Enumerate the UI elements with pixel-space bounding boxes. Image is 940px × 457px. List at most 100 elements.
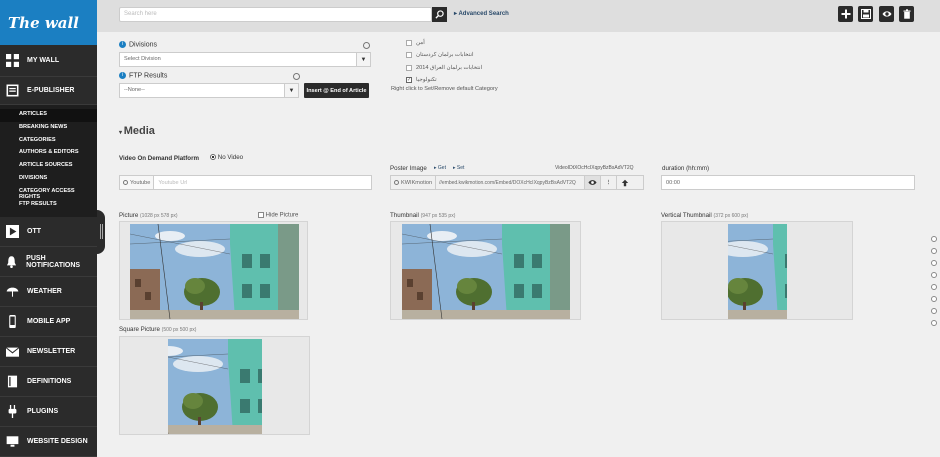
chevron-down-icon: ▼ bbox=[356, 53, 370, 66]
submenu-item-category-access-rights[interactable]: CATEGORY ACCESS RIGHTS bbox=[0, 186, 97, 200]
kwikmotion-radio[interactable]: KWIKmotion bbox=[391, 176, 437, 189]
submenu-item-breaking-news[interactable]: BREAKING NEWS bbox=[0, 122, 97, 135]
save-icon bbox=[860, 9, 871, 19]
eye-icon bbox=[588, 180, 597, 185]
section-nav-dot[interactable] bbox=[931, 284, 937, 290]
info-icon: i bbox=[119, 41, 126, 48]
category-checkbox[interactable]: انتخابات برلمان كردستان bbox=[406, 52, 474, 58]
plus-icon bbox=[841, 9, 850, 19]
search-button[interactable] bbox=[432, 7, 447, 22]
vertical-thumbnail-upload-box[interactable] bbox=[661, 221, 853, 320]
refresh-divisions-icon[interactable] bbox=[363, 42, 370, 49]
poster-set-link[interactable]: ▸ Set bbox=[453, 165, 464, 171]
book-icon bbox=[5, 375, 19, 388]
youtube-radio[interactable]: Youtube bbox=[120, 176, 155, 189]
picture-label: Picture (1028 px 578 px) bbox=[119, 212, 178, 219]
submenu-item-categories[interactable]: CATEGORIES bbox=[0, 135, 97, 148]
section-nav-dot[interactable] bbox=[931, 308, 937, 314]
radio[interactable] bbox=[123, 180, 128, 185]
trash-icon bbox=[903, 9, 910, 19]
umbrella-icon bbox=[5, 285, 19, 298]
plug-icon bbox=[5, 405, 19, 419]
sidebar-item-label: OTT bbox=[27, 228, 41, 236]
sidebar-item-push-notifications[interactable]: PUSH NOTIFICATIONS bbox=[0, 247, 97, 278]
sidebar-item-weather[interactable]: WEATHER bbox=[0, 277, 97, 308]
sidebar-item-my-wall[interactable]: MY WALL bbox=[0, 45, 97, 77]
sidebar-item-label: WEATHER bbox=[27, 288, 62, 296]
street-photo bbox=[728, 224, 787, 319]
brand-logo[interactable]: The wall bbox=[0, 0, 97, 45]
vod-platform-label: Video On Demand Platform bbox=[119, 155, 199, 162]
monitor-icon bbox=[5, 435, 19, 448]
top-bar: Search here ▸ Advanced Search bbox=[97, 0, 940, 32]
search-icon bbox=[435, 10, 444, 19]
delete-button[interactable] bbox=[899, 6, 914, 22]
submenu-item-articles[interactable]: ARTICLES bbox=[0, 109, 97, 122]
checkbox[interactable] bbox=[406, 65, 412, 71]
preview-button[interactable] bbox=[879, 6, 894, 22]
sidebar-item-label: NEWSLETTER bbox=[27, 348, 76, 356]
ftp-results-select[interactable]: --None-- ▼ bbox=[119, 83, 299, 98]
submenu-item-authors-editors[interactable]: AUTHORS & EDITORS bbox=[0, 147, 97, 160]
section-nav-dot[interactable] bbox=[931, 248, 937, 254]
sidebar-item-definitions[interactable]: DEFINITIONS bbox=[0, 367, 97, 398]
upload-button[interactable] bbox=[616, 176, 632, 189]
square-picture-upload-box[interactable] bbox=[119, 336, 310, 435]
sidebar-item-newsletter[interactable]: NEWSLETTER bbox=[0, 337, 97, 368]
sidebar-item-epublisher[interactable]: E-PUBLISHER bbox=[0, 77, 97, 105]
duration-input[interactable]: 00:00 bbox=[661, 175, 915, 190]
section-nav-dot[interactable] bbox=[931, 236, 937, 242]
radio[interactable] bbox=[394, 180, 399, 185]
more-icon[interactable]: ⋮ bbox=[600, 176, 616, 189]
advanced-search-link[interactable]: ▸ Advanced Search bbox=[454, 10, 509, 17]
hide-picture-checkbox[interactable]: Hide Picture bbox=[258, 212, 298, 219]
section-nav-dot[interactable] bbox=[931, 272, 937, 278]
upload-icon bbox=[621, 179, 628, 186]
sidebar-item-plugins[interactable]: PLUGINS bbox=[0, 397, 97, 428]
checkbox[interactable] bbox=[406, 52, 412, 58]
checkbox-checked[interactable]: ✓ bbox=[406, 77, 412, 83]
kwikmotion-field[interactable]: KWIKmotion //embed.kwikmotion.com/Embed/… bbox=[390, 175, 644, 190]
category-checkbox[interactable]: أمن bbox=[406, 40, 425, 46]
youtube-url-input[interactable]: Youtube Url bbox=[154, 180, 187, 186]
sidebar-item-label: E-PUBLISHER bbox=[27, 87, 75, 94]
refresh-ftp-icon[interactable] bbox=[293, 73, 300, 80]
square-picture-label: Square Picture (500 px 500 px) bbox=[119, 326, 197, 333]
submenu-item-article-sources[interactable]: ARTICLE SOURCES bbox=[0, 160, 97, 173]
preview-video-button[interactable] bbox=[584, 176, 601, 189]
no-video-radio[interactable]: No Video bbox=[210, 154, 243, 161]
sidebar: The wall MY WALL E-PUBLISHER ARTICLES BR… bbox=[0, 0, 97, 457]
poster-get-link[interactable]: ▸ Get bbox=[434, 165, 446, 171]
sidebar-item-mobile-app[interactable]: MOBILE APP bbox=[0, 307, 97, 338]
section-nav-dot[interactable] bbox=[931, 260, 937, 266]
picture-upload-box[interactable] bbox=[119, 221, 308, 320]
sidebar-item-website-design[interactable]: WEBSITE DESIGN bbox=[0, 427, 97, 457]
advanced-search-label: Advanced Search bbox=[458, 11, 509, 17]
bell-icon bbox=[5, 255, 18, 269]
save-button[interactable] bbox=[858, 6, 873, 22]
youtube-field[interactable]: Youtube Youtube Url bbox=[119, 175, 372, 190]
checkbox[interactable] bbox=[258, 212, 264, 218]
submenu-item-ftp-results[interactable]: FTP RESULTS bbox=[0, 199, 97, 212]
category-checkbox[interactable]: ✓ تكنولوجيا bbox=[406, 77, 437, 83]
add-button[interactable] bbox=[838, 6, 853, 22]
search-input[interactable]: Search here bbox=[119, 7, 432, 22]
envelope-icon bbox=[5, 345, 19, 358]
thumbnail-upload-box[interactable] bbox=[390, 221, 581, 320]
sidebar-collapse-handle[interactable] bbox=[97, 210, 105, 254]
media-section-toggle[interactable]: ▾ Media bbox=[119, 125, 155, 137]
kwikmotion-url[interactable]: //embed.kwikmotion.com/Embed/DOXcHcIXqpy… bbox=[436, 180, 584, 186]
submenu-item-divisions[interactable]: DIVISIONS bbox=[0, 173, 97, 186]
divisions-label: i Divisions bbox=[119, 41, 157, 48]
insert-end-of-article-button[interactable]: Insert @ End of Article bbox=[304, 83, 369, 98]
section-nav-dot[interactable] bbox=[931, 296, 937, 302]
play-icon bbox=[5, 225, 19, 239]
divisions-select[interactable]: Select Division ▼ bbox=[119, 52, 371, 67]
category-checkbox[interactable]: انتخابات برلمان العراق 2014 bbox=[406, 65, 482, 71]
section-nav-dot[interactable] bbox=[931, 320, 937, 326]
checkbox[interactable] bbox=[406, 40, 412, 46]
chevron-down-icon: ▼ bbox=[284, 84, 298, 97]
sidebar-item-ott[interactable]: OTT bbox=[0, 217, 97, 248]
radio-selected[interactable] bbox=[210, 154, 216, 161]
eye-icon bbox=[882, 11, 891, 17]
